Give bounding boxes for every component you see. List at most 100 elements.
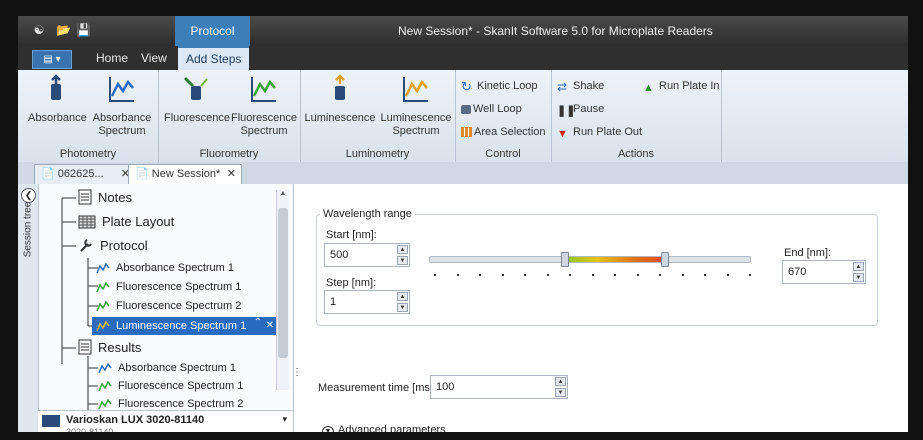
instrument-serial: 3020-81140: [66, 427, 114, 432]
session-tree-strip: ❮ Session tree: [18, 184, 39, 432]
shake-label: Shake: [573, 80, 605, 92]
tree-step-fluorescence-spectrum-1[interactable]: Fluorescence Spectrum 1: [96, 278, 241, 296]
notes-icon: [78, 189, 92, 205]
tree-item-plate-layout[interactable]: Plate Layout: [78, 213, 174, 231]
tree-item-label: Absorbance Spectrum 1: [118, 362, 237, 374]
tab-add-steps[interactable]: Add Steps: [178, 46, 250, 72]
contextual-tab-protocol[interactable]: Protocol: [175, 16, 250, 46]
splitter-grip-icon[interactable]: ⋮: [292, 368, 302, 378]
decrement-icon[interactable]: ▼: [397, 303, 408, 312]
instrument-name: Varioskan LUX 3020-81140: [66, 414, 205, 426]
move-up-icon[interactable]: ⌃: [254, 314, 262, 332]
step-spinner[interactable]: 1 ▲ ▼: [324, 290, 410, 314]
area-selection-button[interactable]: Area Selection: [461, 124, 546, 140]
close-icon[interactable]: ✕: [227, 165, 236, 184]
increment-icon[interactable]: ▲: [397, 245, 408, 254]
tree-item-label: Absorbance Spectrum 1: [116, 262, 235, 274]
wavelength-range-fill: [564, 257, 664, 262]
fluorescence-button[interactable]: Fluorescence: [164, 74, 230, 125]
tab-view[interactable]: View: [133, 46, 175, 70]
tab-home[interactable]: Home: [88, 46, 136, 70]
scroll-up-icon[interactable]: ▲: [277, 190, 289, 197]
app-window: ☯ 📂 💾 Protocol New Session* - SkanIt Sof…: [18, 16, 908, 432]
start-wavelength-spinner[interactable]: 500 ▲ ▼: [324, 243, 410, 267]
measurement-time-spinner[interactable]: 100 ▲ ▼: [430, 375, 568, 399]
luminescence-button[interactable]: Luminescence: [304, 74, 376, 125]
session-tree-scrollbar[interactable]: ▲: [276, 190, 289, 390]
area-selection-icon: [461, 127, 472, 137]
advanced-parameters-toggle[interactable]: ▼ Advanced parameters: [322, 424, 446, 432]
decrement-icon[interactable]: ▼: [555, 388, 566, 397]
end-wavelength-spinner[interactable]: 670 ▲ ▼: [782, 260, 866, 284]
luminescence-label: Luminescence: [304, 112, 376, 124]
increment-icon[interactable]: ▲: [397, 292, 408, 301]
slider-tick: [479, 274, 481, 276]
tree-item-notes[interactable]: Notes: [78, 189, 132, 207]
tree-item-protocol[interactable]: Protocol: [78, 237, 148, 255]
run-plate-out-button[interactable]: ▼ Run Plate Out: [557, 124, 642, 140]
fluorescence-spectrum-label-1: Fluorescence: [230, 112, 298, 124]
run-plate-out-label: Run Plate Out: [573, 126, 643, 138]
increment-icon[interactable]: ▲: [555, 377, 566, 386]
absorbance-spectrum-label-1: Absorbance: [92, 112, 152, 124]
slider-tick: [456, 274, 459, 276]
fluorescence-spectrum-icon: [96, 300, 110, 312]
luminescence-spectrum-label-2: Spectrum: [392, 125, 440, 137]
decrement-icon[interactable]: ▼: [397, 256, 408, 265]
fluorescence-icon: [183, 76, 208, 100]
kinetic-loop-icon: ↻: [461, 79, 472, 94]
instrument-selector[interactable]: Varioskan LUX 3020-81140 3020-81140 ▾: [38, 410, 293, 432]
kinetic-loop-button[interactable]: ↻ Kinetic Loop: [461, 78, 538, 94]
chevron-down-icon[interactable]: ▾: [282, 414, 287, 425]
well-loop-label: Well Loop: [473, 103, 522, 115]
group-control: ↻ Kinetic Loop Well Loop Area Selection C…: [455, 70, 552, 162]
absorbance-label: Absorbance: [28, 112, 87, 124]
decrement-icon[interactable]: ▼: [853, 273, 864, 282]
document-tab-bar: 📄 062625... ✕ 📄 New Session* ✕: [18, 162, 908, 185]
slider-tick: [524, 274, 526, 276]
increment-icon[interactable]: ▲: [853, 262, 864, 271]
wavelength-range-slider[interactable]: [429, 252, 751, 267]
start-wavelength-value: 500: [330, 249, 349, 261]
range-start-handle[interactable]: [561, 252, 570, 267]
tree-result-absorbance-spectrum-1[interactable]: Absorbance Spectrum 1: [98, 359, 236, 377]
range-end-handle[interactable]: [660, 252, 669, 267]
wrench-icon: [80, 239, 92, 252]
open-icon[interactable]: 📂: [56, 23, 71, 37]
scroll-thumb[interactable]: [278, 208, 288, 358]
tree-step-absorbance-spectrum-1[interactable]: Absorbance Spectrum 1: [96, 259, 234, 277]
tree-step-luminescence-spectrum-1[interactable]: Luminescence Spectrum 1 ⌃ ✕: [92, 317, 278, 335]
session-tree: Notes Plate Layout Protocol Absorbance S…: [38, 184, 278, 410]
slider-tick: [704, 274, 706, 276]
absorbance-spectrum-button[interactable]: Absorbance Spectrum: [88, 74, 156, 138]
ribbon: Absorbance Absorbance Spectrum Photometr…: [18, 70, 908, 163]
pause-button[interactable]: ❚❚Pause: [557, 101, 604, 117]
fluorescence-spectrum-button[interactable]: Fluorescence Spectrum: [230, 74, 298, 138]
tree-result-fluorescence-spectrum-1[interactable]: Fluorescence Spectrum 1: [98, 377, 243, 395]
luminescence-spectrum-button[interactable]: Luminescence Spectrum: [380, 74, 452, 138]
title-bar: ☯ 📂 💾 Protocol New Session* - SkanIt Sof…: [18, 16, 908, 46]
tree-item-label: Fluorescence Spectrum 2: [118, 398, 244, 410]
save-icon[interactable]: 💾: [76, 23, 91, 37]
tree-item-label: Notes: [98, 190, 132, 205]
fluorescence-spectrum-label-2: Spectrum: [240, 125, 288, 137]
absorbance-button[interactable]: Absorbance: [28, 74, 87, 125]
measurement-time-value: 100: [436, 381, 455, 393]
end-wavelength-value: 670: [788, 266, 807, 278]
document-tab-label: 062625...: [57, 168, 104, 180]
well-loop-button[interactable]: Well Loop: [461, 101, 522, 117]
measurement-time-label: Measurement time [ms]:: [318, 382, 436, 394]
shake-button[interactable]: ⇄ Shake: [557, 78, 604, 94]
group-luminometry: Luminescence Luminescence Spectrum Lumin…: [300, 70, 456, 162]
document-tab-session-1[interactable]: 📄 062625... ✕: [34, 164, 136, 184]
wavelength-range-legend: Wavelength range: [320, 208, 415, 220]
delete-step-icon[interactable]: ✕: [266, 317, 274, 335]
run-plate-in-button[interactable]: ▲ Run Plate In: [643, 78, 720, 94]
slider-tick: [636, 274, 639, 276]
tree-step-fluorescence-spectrum-2[interactable]: Fluorescence Spectrum 2: [96, 297, 241, 315]
group-label-actions: Actions: [617, 148, 655, 160]
document-tab-new-session[interactable]: 📄 New Session* ✕: [128, 164, 242, 184]
tree-item-label: Fluorescence Spectrum 2: [116, 300, 242, 312]
tree-item-results[interactable]: Results: [78, 339, 141, 357]
file-menu-button[interactable]: ▤ ▾: [32, 50, 72, 69]
